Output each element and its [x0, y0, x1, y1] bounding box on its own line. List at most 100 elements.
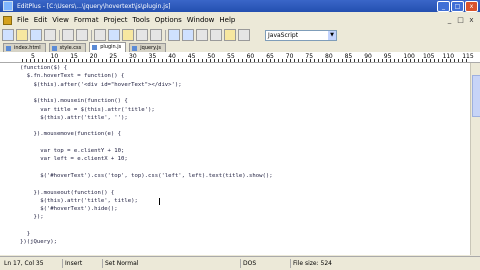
ruler-tick	[458, 59, 459, 62]
ruler-tick	[226, 59, 227, 62]
ruler-tick	[354, 59, 355, 62]
save-all-icon[interactable]	[44, 29, 56, 41]
ruler-tick	[278, 59, 279, 62]
browser-icon[interactable]	[224, 29, 236, 41]
ruler-icon[interactable]	[210, 29, 222, 41]
code-line: }	[20, 231, 31, 237]
code-line: var left = e.clientX + 10;	[20, 156, 128, 163]
ruler-tick	[446, 59, 447, 62]
code-line: var top = e.clientY + 10;	[20, 148, 125, 154]
menu-window[interactable]: Window	[187, 16, 215, 24]
ruler-tick	[366, 59, 367, 62]
menu-options[interactable]: Options	[155, 16, 182, 24]
ruler-mark: 115	[462, 53, 474, 60]
print-icon[interactable]	[62, 29, 74, 41]
ruler-tick	[466, 59, 467, 62]
menu-view[interactable]: View	[52, 16, 69, 24]
maximize-button[interactable]: □	[451, 1, 464, 12]
code-line: $('#hoverText').css('top', top).css('lef…	[20, 172, 273, 179]
file-icon	[132, 46, 138, 51]
tab-jquery-js[interactable]: jquery.js	[129, 43, 166, 52]
tab-index-html[interactable]: index.html	[3, 43, 46, 52]
ruler-tick	[414, 59, 415, 62]
ruler-tick	[82, 59, 83, 62]
ruler-tick	[102, 59, 103, 62]
ruler-tick	[442, 59, 443, 62]
vertical-scrollbar[interactable]	[470, 63, 480, 255]
ruler-tick	[378, 59, 379, 62]
redo-icon[interactable]	[150, 29, 162, 41]
menu-edit[interactable]: Edit	[34, 16, 48, 24]
doc-close-button[interactable]: x	[466, 15, 477, 25]
doc-minimize-button[interactable]: _	[444, 15, 455, 25]
chevron-down-icon[interactable]: ▼	[328, 31, 336, 40]
ruler-tick	[222, 59, 223, 62]
file-icon	[51, 46, 57, 51]
copy-icon[interactable]	[108, 29, 120, 41]
ruler-tick	[382, 59, 383, 62]
ruler-tick	[330, 59, 331, 62]
menu-project[interactable]: Project	[104, 16, 128, 24]
ruler-tick	[38, 59, 39, 62]
ruler-tick	[270, 59, 271, 62]
document-icon	[3, 15, 12, 25]
ruler-tick	[434, 59, 435, 62]
ruler-tick	[70, 59, 71, 62]
ruler-tick	[370, 59, 371, 62]
code-line: $.fn.hoverText = function() {	[20, 73, 125, 80]
ruler-tick	[182, 59, 183, 62]
ruler-tick	[314, 59, 315, 62]
code-editor[interactable]: (function($) { $.fn.hoverText = function…	[0, 63, 470, 255]
ruler-tick	[150, 59, 151, 62]
ruler-tick	[58, 59, 59, 62]
ruler-tick	[26, 59, 27, 62]
scrollbar-thumb[interactable]	[472, 75, 480, 117]
spell-check-icon[interactable]	[238, 29, 250, 41]
tab-style-css[interactable]: style.css	[48, 43, 87, 52]
ruler-tick	[118, 59, 119, 62]
doc-restore-button[interactable]: □	[455, 15, 466, 25]
ruler-tick	[406, 59, 407, 62]
status-file-size: File size: 524	[290, 259, 373, 268]
ruler-tick	[362, 59, 363, 62]
status-mode: Set Normal	[102, 259, 201, 268]
cut-icon[interactable]	[94, 29, 106, 41]
menu-format[interactable]: Format	[74, 16, 99, 24]
save-icon[interactable]	[30, 29, 42, 41]
code-line: $(this).mousein(function() {	[20, 98, 128, 105]
ruler-tick	[46, 59, 47, 62]
code-line: $(this).attr('title', '');	[20, 114, 128, 121]
code-line: $('#hoverText').hide();	[20, 206, 118, 213]
ruler-tick	[110, 59, 111, 62]
new-file-icon[interactable]	[2, 29, 14, 41]
paste-icon[interactable]	[122, 29, 134, 41]
minimize-button[interactable]: _	[437, 1, 450, 12]
ruler-tick	[158, 59, 159, 62]
code-line: (function($) {	[20, 65, 68, 71]
ruler-tick	[78, 59, 79, 62]
ruler-tick	[198, 59, 199, 62]
ruler-tick	[34, 59, 35, 62]
ruler-tick	[166, 59, 167, 62]
menu-tools[interactable]: Tools	[133, 16, 150, 24]
word-wrap-icon[interactable]	[196, 29, 208, 41]
ruler-tick	[94, 59, 95, 62]
print-preview-icon[interactable]	[76, 29, 88, 41]
menu-help[interactable]: Help	[219, 16, 235, 24]
close-button[interactable]: x	[465, 1, 478, 12]
ruler-tick	[262, 59, 263, 62]
tab-label: style.css	[59, 45, 82, 51]
replace-icon[interactable]	[182, 29, 194, 41]
undo-icon[interactable]	[136, 29, 148, 41]
status-encoding: DOS	[240, 259, 293, 268]
ruler-tick	[350, 59, 351, 62]
ruler-tick	[194, 59, 195, 62]
language-select[interactable]: JavaScript ▼	[265, 30, 337, 41]
ruler-tick	[42, 59, 43, 62]
find-icon[interactable]	[168, 29, 180, 41]
code-line: }).mouseout(function() {	[20, 189, 115, 196]
ruler-tick	[98, 59, 99, 62]
menu-file[interactable]: File	[17, 16, 29, 24]
open-folder-icon[interactable]	[16, 29, 28, 41]
tab-plugin-js[interactable]: plugin.js	[89, 42, 127, 52]
